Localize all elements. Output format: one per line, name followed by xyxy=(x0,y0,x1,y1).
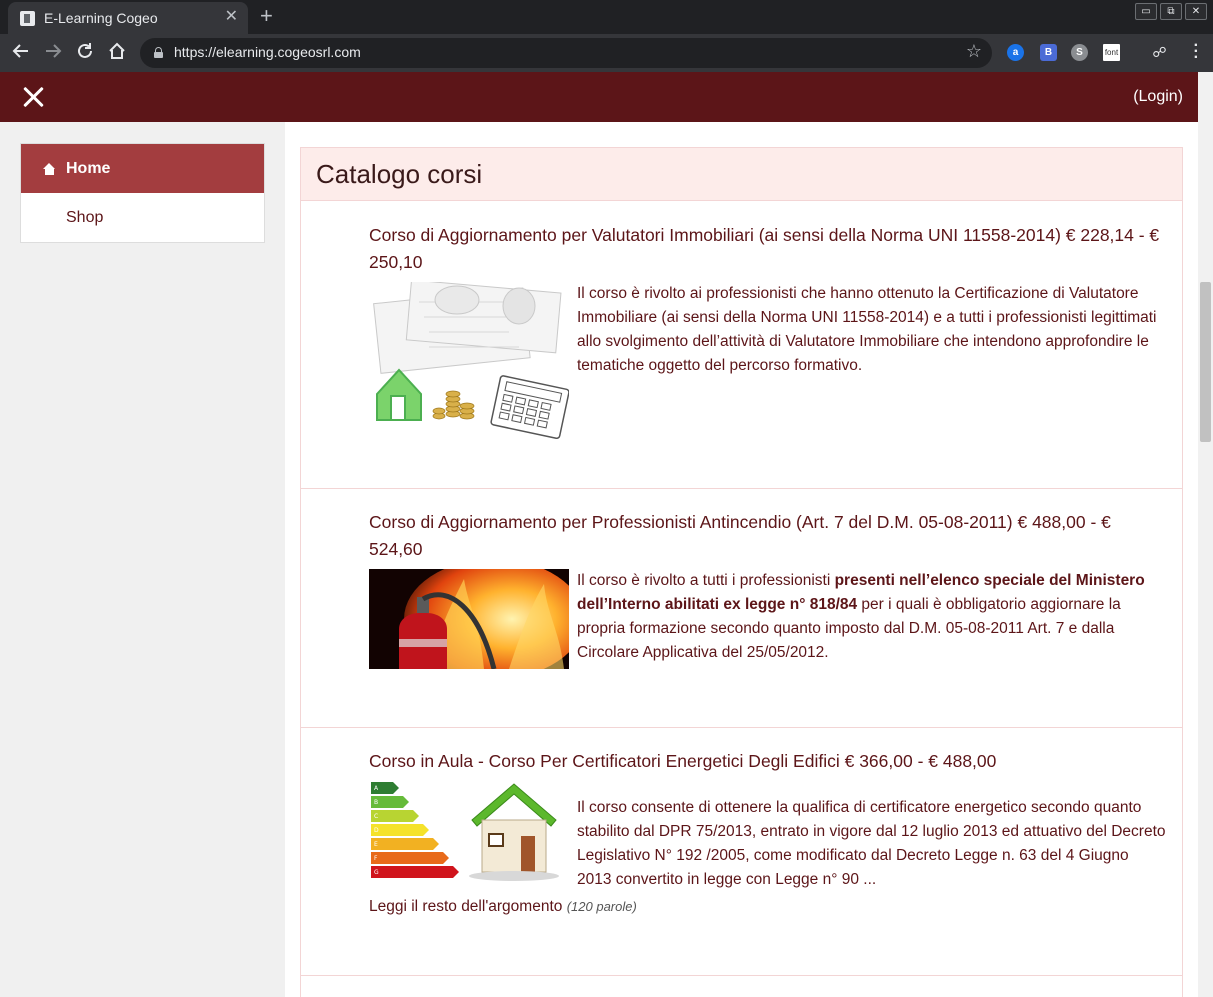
home-icon xyxy=(43,162,56,175)
window-minimize-button[interactable]: ▭ xyxy=(1135,3,1157,20)
address-bar[interactable]: https://elearning.cogeosrl.com ☆ xyxy=(140,38,992,68)
energy-class-label: F xyxy=(374,855,378,862)
word-count: (120 parole) xyxy=(566,899,637,914)
course-title-link[interactable]: Corso di Aggiornamento per Professionist… xyxy=(369,509,1164,563)
sidebar-item-label: Shop xyxy=(66,208,104,226)
site-favicon-icon xyxy=(20,11,35,26)
extension-s-icon[interactable]: S xyxy=(1071,44,1088,61)
browser-tab[interactable]: E-Learning Cogeo ✕ xyxy=(8,2,248,34)
scrollbar-thumb[interactable] xyxy=(1200,282,1211,442)
new-tab-button[interactable]: + xyxy=(260,4,273,28)
url-text[interactable]: https://elearning.cogeosrl.com xyxy=(174,44,361,60)
home-browser-icon[interactable] xyxy=(106,42,128,64)
energy-class-label: G xyxy=(374,869,379,876)
catalog-title: Catalogo corsi xyxy=(316,159,483,189)
extension-a-icon[interactable]: a xyxy=(1007,44,1024,61)
site-header: (Login) xyxy=(0,72,1198,122)
extension-b-icon[interactable]: B xyxy=(1040,44,1057,61)
course-title-link[interactable]: Corso di Aggiornamento per Valutatori Im… xyxy=(369,222,1164,276)
course-catalog: Catalogo corsi Corso di Aggiornamento pe… xyxy=(300,147,1183,997)
login-link[interactable]: (Login) xyxy=(1133,88,1183,106)
energy-class-label: E xyxy=(374,841,378,848)
extension-font-icon[interactable]: font xyxy=(1103,44,1120,61)
energy-class-label: D xyxy=(374,827,379,834)
browser-tab-bar: E-Learning Cogeo ✕ + ▭ ⧉ ✕ xyxy=(0,0,1213,34)
forward-arrow-icon[interactable] xyxy=(42,42,64,64)
back-arrow-icon[interactable] xyxy=(10,42,32,64)
window-restore-button[interactable]: ⧉ xyxy=(1160,3,1182,20)
course-description: Il corso consente di ottenere la qualifi… xyxy=(577,799,1166,888)
reload-icon[interactable] xyxy=(74,42,96,64)
read-more-link[interactable]: Leggi il resto dell'argomento (120 parol… xyxy=(369,898,637,916)
main-content: Catalogo corsi Corso di Aggiornamento pe… xyxy=(285,122,1198,997)
course-image-fire-extinguisher[interactable] xyxy=(369,559,584,679)
course-item: Corso in Aula - Corso Per Certificatori … xyxy=(301,728,1182,976)
lock-icon[interactable] xyxy=(154,47,163,58)
course-description: Il corso è rivolto a tutti i professioni… xyxy=(577,572,1145,661)
course-title-link[interactable]: Corso in Aula - Corso Per Certificatori … xyxy=(369,748,1164,775)
course-item: Corso di Aggiornamento per Professionist… xyxy=(301,489,1182,728)
tab-title: E-Learning Cogeo xyxy=(44,10,158,26)
energy-class-label: B xyxy=(374,799,378,806)
incognito-icon[interactable]: ☍ xyxy=(1151,44,1168,61)
sidebar-item-home[interactable]: Home xyxy=(21,144,264,193)
sidebar-item-label: Home xyxy=(66,159,111,177)
course-item: Corso di Aggiornamento per Valutatori Im… xyxy=(301,202,1182,489)
browser-toolbar: https://elearning.cogeosrl.com ☆ a B S f… xyxy=(0,34,1213,72)
page-viewport: (Login) Home Shop Catalogo corsi Corso d… xyxy=(0,72,1213,997)
course-image-real-estate[interactable] xyxy=(369,279,570,442)
page-scrollbar[interactable] xyxy=(1198,72,1213,997)
bookmark-star-icon[interactable]: ☆ xyxy=(966,41,982,62)
sidebar-item-shop[interactable]: Shop xyxy=(21,193,264,242)
browser-menu-icon[interactable]: · · · xyxy=(1194,38,1199,66)
window-controls: ▭ ⧉ ✕ xyxy=(1135,3,1207,20)
sidebar-nav: Home Shop xyxy=(20,143,265,243)
menu-close-icon[interactable] xyxy=(22,85,46,109)
catalog-header: Catalogo corsi xyxy=(301,148,1182,201)
course-image-energy-class[interactable]: A B C D E F G xyxy=(369,780,569,888)
course-description: Il corso è rivolto ai professionisti che… xyxy=(577,285,1157,374)
window-close-button[interactable]: ✕ xyxy=(1185,3,1207,20)
energy-class-label: C xyxy=(374,813,378,820)
tab-close-icon[interactable]: ✕ xyxy=(225,8,238,26)
